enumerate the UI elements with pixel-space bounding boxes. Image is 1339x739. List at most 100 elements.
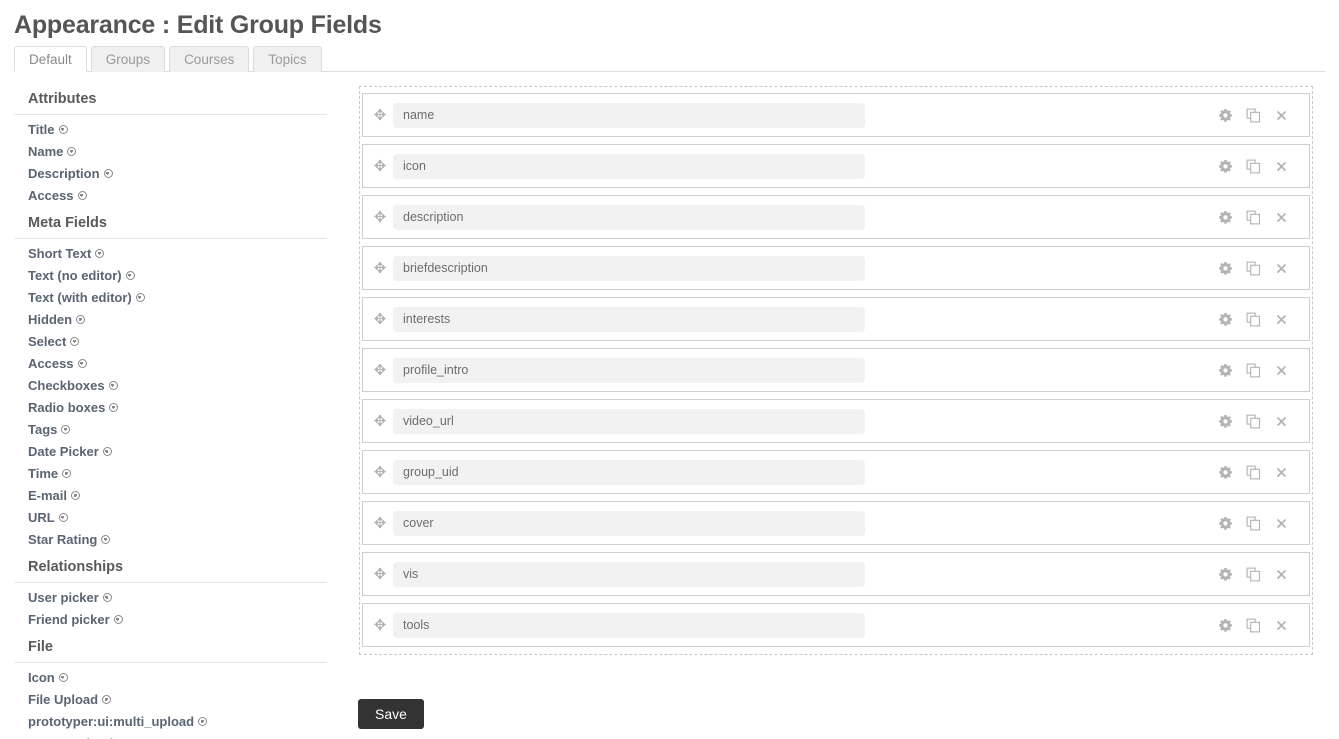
field-delete-button[interactable] [1274, 465, 1289, 480]
add-field-icon[interactable] [95, 249, 105, 258]
table-row[interactable]: ✥ [362, 450, 1310, 494]
field-duplicate-button[interactable] [1246, 465, 1261, 480]
field-name-input[interactable] [393, 612, 865, 638]
field-delete-button[interactable] [1274, 261, 1289, 276]
add-field-icon[interactable] [198, 717, 208, 726]
field-duplicate-button[interactable] [1246, 210, 1261, 225]
palette-item-name[interactable]: Name [14, 141, 344, 163]
field-delete-button[interactable] [1274, 618, 1289, 633]
field-settings-button[interactable] [1218, 108, 1233, 123]
table-row[interactable]: ✥ [362, 552, 1310, 596]
tab-topics[interactable]: Topics [253, 46, 322, 72]
add-field-icon[interactable] [71, 491, 81, 500]
add-field-icon[interactable] [67, 147, 77, 156]
palette-item-star-rating[interactable]: Star Rating [14, 529, 344, 551]
add-field-icon[interactable] [102, 593, 112, 602]
field-duplicate-button[interactable] [1246, 159, 1261, 174]
add-field-icon[interactable] [103, 169, 113, 178]
table-row[interactable]: ✥ [362, 399, 1310, 443]
move-handle-icon[interactable]: ✥ [367, 516, 393, 531]
field-settings-button[interactable] [1218, 261, 1233, 276]
add-field-icon[interactable] [77, 191, 87, 200]
tab-courses[interactable]: Courses [169, 46, 250, 72]
move-handle-icon[interactable]: ✥ [367, 567, 393, 582]
palette-item-icon[interactable]: Icon [14, 667, 344, 689]
field-settings-button[interactable] [1218, 159, 1233, 174]
field-name-input[interactable] [393, 153, 865, 179]
field-name-input[interactable] [393, 510, 865, 536]
palette-item-e-mail[interactable]: E-mail [14, 485, 344, 507]
move-handle-icon[interactable]: ✥ [367, 159, 393, 174]
add-field-icon[interactable] [58, 673, 68, 682]
move-handle-icon[interactable]: ✥ [367, 618, 393, 633]
field-settings-button[interactable] [1218, 465, 1233, 480]
move-handle-icon[interactable]: ✥ [367, 261, 393, 276]
field-name-input[interactable] [393, 204, 865, 230]
palette-item-title[interactable]: Title [14, 119, 344, 141]
add-field-icon[interactable] [61, 425, 71, 434]
palette-item-access[interactable]: Access [14, 185, 344, 207]
add-field-icon[interactable] [113, 615, 123, 624]
field-duplicate-button[interactable] [1246, 108, 1261, 123]
add-field-icon[interactable] [101, 535, 111, 544]
palette-item-text-with-editor[interactable]: Text (with editor) [14, 287, 344, 309]
add-field-icon[interactable] [62, 469, 72, 478]
add-field-icon[interactable] [102, 447, 112, 456]
field-duplicate-button[interactable] [1246, 567, 1261, 582]
field-duplicate-button[interactable] [1246, 618, 1261, 633]
move-handle-icon[interactable]: ✥ [367, 414, 393, 429]
palette-item-friend-picker[interactable]: Friend picker [14, 609, 344, 631]
table-row[interactable]: ✥ [362, 93, 1310, 137]
palette-item-file-upload[interactable]: File Upload [14, 689, 344, 711]
tab-default[interactable]: Default [14, 46, 87, 72]
field-settings-button[interactable] [1218, 312, 1233, 327]
add-field-icon[interactable] [70, 337, 80, 346]
field-settings-button[interactable] [1218, 210, 1233, 225]
palette-item-text-no-editor[interactable]: Text (no editor) [14, 265, 344, 287]
move-handle-icon[interactable]: ✥ [367, 210, 393, 225]
move-handle-icon[interactable]: ✥ [367, 465, 393, 480]
palette-item-image-upload[interactable]: Image Upload [14, 733, 344, 739]
palette-item-date-picker[interactable]: Date Picker [14, 441, 344, 463]
field-name-input[interactable] [393, 408, 865, 434]
table-row[interactable]: ✥ [362, 348, 1310, 392]
field-duplicate-button[interactable] [1246, 312, 1261, 327]
table-row[interactable]: ✥ [362, 603, 1310, 647]
palette-item-radio-boxes[interactable]: Radio boxes [14, 397, 344, 419]
field-delete-button[interactable] [1274, 312, 1289, 327]
palette-item-time[interactable]: Time [14, 463, 344, 485]
add-field-icon[interactable] [76, 315, 86, 324]
palette-item-url[interactable]: URL [14, 507, 344, 529]
add-field-icon[interactable] [108, 381, 118, 390]
move-handle-icon[interactable]: ✥ [367, 108, 393, 123]
field-settings-button[interactable] [1218, 414, 1233, 429]
field-duplicate-button[interactable] [1246, 261, 1261, 276]
fields-sortable-panel[interactable]: ✥ ✥ ✥ ✥ ✥ ✥ ✥ ✥ ✥ ✥ ✥ [359, 86, 1313, 655]
field-delete-button[interactable] [1274, 414, 1289, 429]
field-settings-button[interactable] [1218, 567, 1233, 582]
palette-item-select[interactable]: Select [14, 331, 344, 353]
field-name-input[interactable] [393, 255, 865, 281]
add-field-icon[interactable] [125, 271, 135, 280]
field-name-input[interactable] [393, 459, 865, 485]
add-field-icon[interactable] [109, 403, 119, 412]
palette-item-user-picker[interactable]: User picker [14, 587, 344, 609]
field-delete-button[interactable] [1274, 159, 1289, 174]
palette-item-description[interactable]: Description [14, 163, 344, 185]
palette-item-prototyper-ui-multi-upload[interactable]: prototyper:ui:multi_upload [14, 711, 344, 733]
field-delete-button[interactable] [1274, 363, 1289, 378]
palette-item-checkboxes[interactable]: Checkboxes [14, 375, 344, 397]
save-button[interactable]: Save [358, 699, 424, 729]
move-handle-icon[interactable]: ✥ [367, 312, 393, 327]
table-row[interactable]: ✥ [362, 501, 1310, 545]
field-delete-button[interactable] [1274, 108, 1289, 123]
move-handle-icon[interactable]: ✥ [367, 363, 393, 378]
field-name-input[interactable] [393, 102, 865, 128]
field-settings-button[interactable] [1218, 618, 1233, 633]
palette-item-short-text[interactable]: Short Text [14, 243, 344, 265]
field-duplicate-button[interactable] [1246, 363, 1261, 378]
add-field-icon[interactable] [58, 125, 68, 134]
field-duplicate-button[interactable] [1246, 414, 1261, 429]
field-delete-button[interactable] [1274, 567, 1289, 582]
field-name-input[interactable] [393, 561, 865, 587]
